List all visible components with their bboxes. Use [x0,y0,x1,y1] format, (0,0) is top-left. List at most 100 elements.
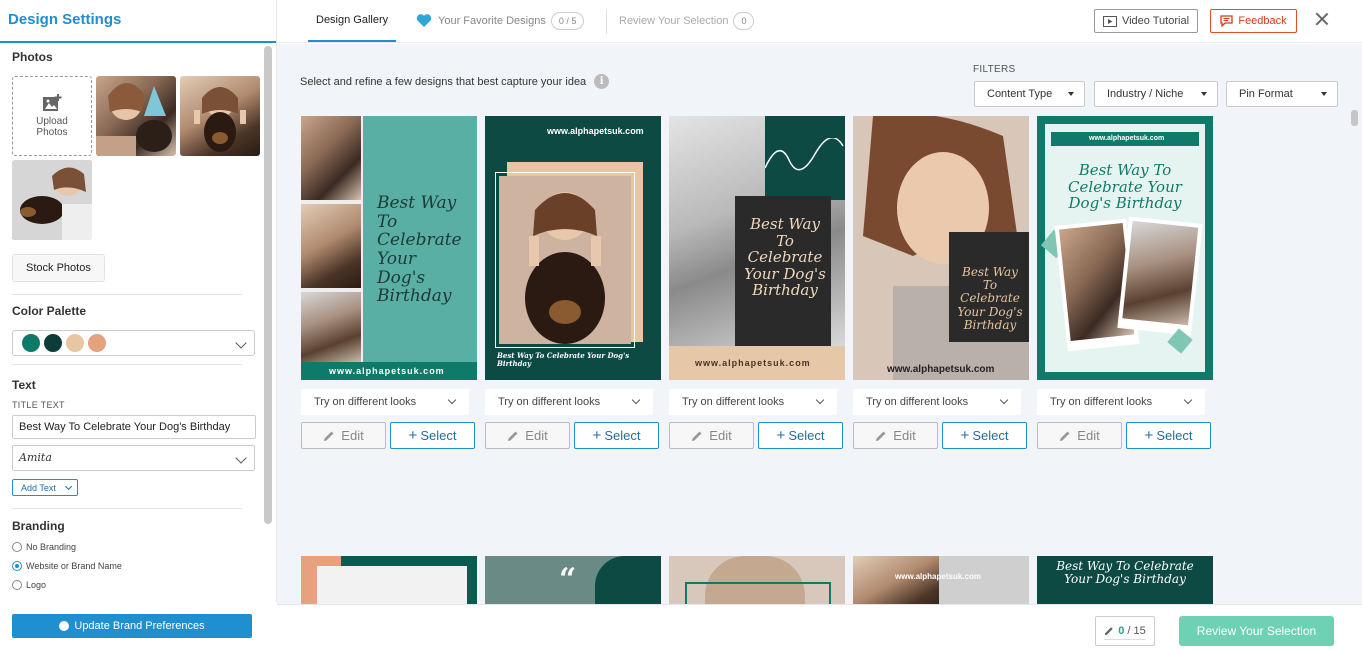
edit-button[interactable]: Edit [669,422,754,449]
design-thumbnail[interactable]: www.alphapetsuk.com Best Way To Celebrat… [485,116,661,380]
sidebar-content: Photos Upload Photos Stock Photos Color … [0,44,262,602]
filter-label: Pin Format [1239,88,1293,100]
edit-button[interactable]: Edit [301,422,386,449]
tab-favorite-designs[interactable]: Your Favorite Designs 0 / 5 [416,0,585,42]
update-label: Update Brand Preferences [74,620,205,632]
photos-heading: Photos [12,50,53,64]
photo-thumbnail[interactable] [180,76,260,156]
photo-thumbnail[interactable] [96,76,176,156]
feedback-button[interactable]: Feedback [1210,9,1297,33]
design-thumbnail[interactable] [301,556,477,604]
try-different-looks-dropdown[interactable]: Try on different looks [485,389,653,415]
select-label: Select [1156,428,1193,443]
try-different-looks-dropdown[interactable]: Try on different looks [669,389,837,415]
design-card: www.alphapetsuk.com Best Way To Celebrat… [1037,116,1213,449]
design-thumbnail[interactable] [669,556,845,604]
sidebar-title: Design Settings [8,11,122,28]
tab-design-gallery[interactable]: Design Gallery [308,0,397,42]
design-thumbnail[interactable]: Best Way To Celebrate Your Dog's Birthda… [853,116,1029,380]
tab-label: Design Gallery [316,14,389,26]
design-thumbnail[interactable]: Best Way To Celebrate Your Dog's Birthda… [1037,556,1213,604]
color-palette-heading: Color Palette [12,304,87,318]
design-card: Best Way To Celebrate Your Dog's Birthda… [853,116,1029,449]
radio-logo[interactable]: Logo [12,580,250,590]
pencil-icon [324,431,334,441]
try-different-looks-dropdown[interactable]: Try on different looks [301,389,469,415]
chevron-down-icon [1183,395,1193,405]
stock-photos-button[interactable]: Stock Photos [12,254,105,282]
tab-label: Review Your Selection [619,15,729,27]
upload-photos-button[interactable]: Upload Photos [12,76,92,156]
photo-girl-dog-party-hat [96,82,172,156]
video-play-icon [1102,15,1117,27]
swatch-1 [22,334,40,352]
title-text-input[interactable]: Best Way To Celebrate Your Dog's Birthda… [12,415,256,439]
select-button[interactable]: + Select [758,422,843,449]
radio-website-brand[interactable]: Website or Brand Name [12,561,250,571]
design-card: Best Way To Celebrate Your Dog's Birthda… [669,116,845,449]
user-icon [59,621,70,631]
look-label: Try on different looks [682,396,785,408]
edit-button[interactable]: Edit [853,422,938,449]
color-palette-select[interactable] [12,330,255,356]
design-card: www.alphapetsuk.com Best Way To Celebrat… [485,116,661,449]
pencil-icon [876,431,886,441]
design-thumbnail[interactable]: “ [485,556,661,604]
radio-circle-checked [12,561,22,571]
design-thumbnail[interactable]: Best Way To Celebrate Your Dog's Birthda… [301,116,477,380]
filter-label: Industry / Niche [1107,88,1184,100]
design-thumbnail[interactable]: www.alphapetsuk.com [853,556,1029,604]
sidebar-scrollbar[interactable] [264,46,272,524]
radio-no-branding[interactable]: No Branding [12,542,250,552]
add-text-button[interactable]: Add Text [12,479,78,496]
design-url: www.alphapetsuk.com [895,572,981,581]
edit-button[interactable]: Edit [485,422,570,449]
filter-content-type[interactable]: Content Type [974,81,1085,107]
edit-label: Edit [525,428,548,443]
caret-down-icon [1068,92,1074,96]
info-icon[interactable]: i [594,74,610,89]
pencil-icon [1105,627,1113,636]
radio-circle [12,542,22,552]
radio-label: Logo [26,580,47,590]
select-label: Select [972,428,1009,443]
design-thumbnail[interactable]: www.alphapetsuk.com Best Way To Celebrat… [1037,116,1213,380]
divider [12,508,242,509]
close-icon[interactable] [1314,11,1330,27]
select-button[interactable]: + Select [390,422,475,449]
photo-thumbnail[interactable] [12,160,92,240]
divider [12,364,242,365]
review-selection-button[interactable]: Review Your Selection [1179,616,1334,646]
try-different-looks-dropdown[interactable]: Try on different looks [1037,389,1205,415]
font-select[interactable]: Amita [12,445,255,471]
edit-button[interactable]: Edit [1037,422,1122,449]
design-thumbnail[interactable]: Best Way To Celebrate Your Dog's Birthda… [669,116,845,380]
count-total: / 15 [1127,625,1146,637]
radio-label: No Branding [26,542,77,552]
divider [606,10,607,34]
swatch-4 [88,334,106,352]
edit-label: Edit [893,428,916,443]
gallery-scrollbar[interactable] [1351,110,1358,126]
select-button[interactable]: + Select [1126,422,1211,449]
design-url: www.alphapetsuk.com [547,126,644,136]
filter-industry-niche[interactable]: Industry / Niche [1094,81,1218,107]
upload-label-line2: Photos [36,127,68,138]
intro-text: Select and refine a few designs that bes… [300,75,587,88]
try-different-looks-dropdown[interactable]: Try on different looks [853,389,1021,415]
select-button[interactable]: + Select [942,422,1027,449]
photo-girl-dog [499,176,631,344]
select-button[interactable]: + Select [574,422,659,449]
sidebar-footer: Update Brand Preferences [0,602,277,654]
design-headline: Best Way To Celebrate Your Dog's Birthda… [497,351,630,368]
plus-icon: + [960,427,970,444]
branding-heading: Branding [12,519,65,533]
filter-pin-format[interactable]: Pin Format [1226,81,1338,107]
design-headline: Best Way To Celebrate Your Dog's Birthda… [957,265,1023,332]
tab-review-selection[interactable]: Review Your Selection 0 [619,0,755,42]
upload-label-line1: Upload [36,116,68,127]
caret-down-icon [1201,92,1207,96]
update-brand-preferences-button[interactable]: Update Brand Preferences [12,614,252,638]
chevron-down-icon [815,395,825,405]
video-tutorial-button[interactable]: Video Tutorial [1094,9,1198,33]
